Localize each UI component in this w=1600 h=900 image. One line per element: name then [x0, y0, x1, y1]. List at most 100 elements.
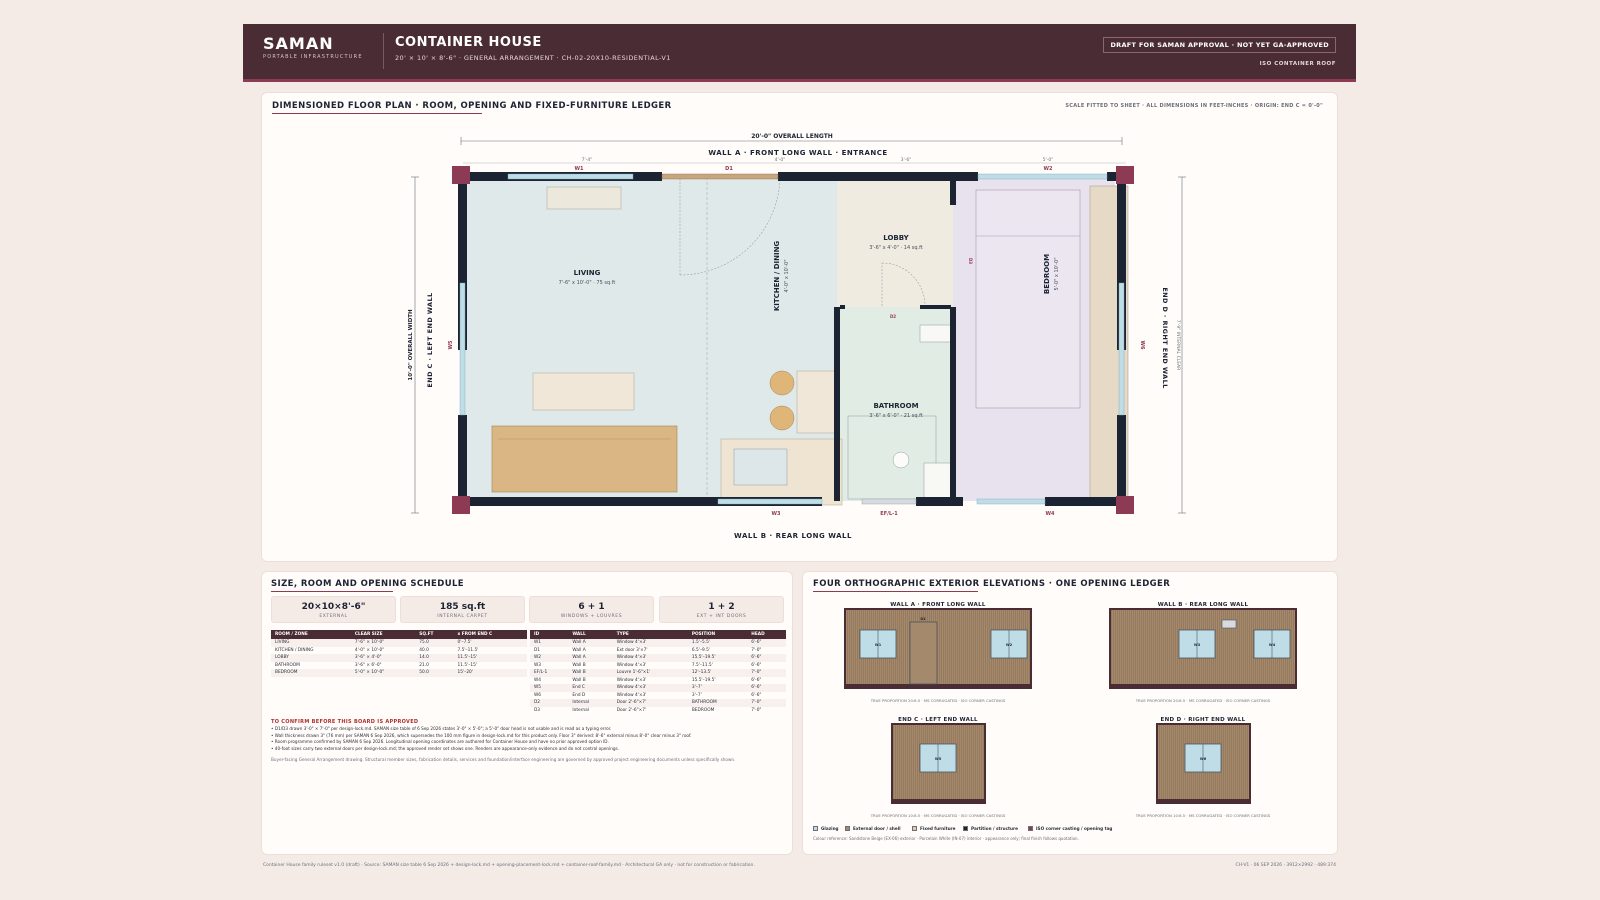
- elevation-a-caption: TRUE PROPORTION 20:8.5 · MS CORRUGATED ·…: [870, 698, 1006, 703]
- elevation-end-c: W5: [891, 723, 986, 804]
- legend-shell: External door / shell: [845, 826, 901, 831]
- internal-clear-dim: 7'-9" INTERNAL CLEAR: [1175, 320, 1181, 371]
- segment-dim-4: 5'-0": [1043, 157, 1054, 163]
- table-cell: Window 4'×3': [612, 654, 688, 662]
- table-row: EF/L-1 Wall B Louvre 1'-6"×1' 12'–13.5' 7'-0…: [530, 669, 786, 677]
- elev-tag-d1: D1: [920, 617, 926, 621]
- elevation-d-caption: TRUE PROPORTION 10:8.5 · MS CORRUGATED ·…: [1135, 813, 1271, 818]
- window-w2: [977, 173, 1108, 180]
- segment-dim-3: 3'-6": [901, 157, 912, 163]
- table-row: KITCHEN / DINING 4'-0" × 10'-0" 40.0 7.5'–1…: [271, 647, 527, 655]
- legend-label: Glazing: [821, 826, 839, 831]
- table-cell: 3'–7': [691, 692, 702, 698]
- table-header-row: ID WALL TYPE POSITION HEAD: [530, 630, 786, 639]
- table-cell: 15.5'–19.5': [691, 677, 716, 683]
- elevation-end-d: W6: [1156, 723, 1251, 804]
- table-cell: 11.5'–15': [453, 654, 527, 662]
- elevations-panel: FOUR ORTHOGRAPHIC EXTERIOR ELEVATIONS · …: [802, 571, 1338, 855]
- table-cell: Window 4'×3': [612, 639, 688, 647]
- elevation-b-caption: TRUE PROPORTION 20:8.5 · MS CORRUGATED ·…: [1135, 698, 1271, 703]
- overall-length-dim: 20'-0" OVERALL LENGTH: [751, 133, 833, 140]
- room-bedroom-size: 5'-0" x 10'-0": [1054, 257, 1060, 290]
- metric-value: 1 + 2: [708, 602, 735, 612]
- elev-tag-w4: W4: [1269, 643, 1276, 647]
- table-row: D2 Internal Door 2'-6"×7' BATHROOM 7'-0": [530, 699, 786, 707]
- schedule-title: SIZE, ROOM AND OPENING SCHEDULE: [271, 579, 465, 589]
- table-cell: 7'-0": [747, 699, 786, 707]
- tag-w5: W5: [448, 340, 454, 350]
- table-cell: D2: [530, 699, 569, 707]
- table-cell: 6'-6": [747, 684, 786, 692]
- bed: [975, 189, 1081, 409]
- table-cell: 15'–20': [453, 669, 527, 677]
- window-w5: [459, 282, 466, 416]
- metric-label: WINDOWS + LOUVRES: [560, 614, 623, 619]
- tag-w3: W3: [772, 511, 782, 517]
- colour-reference-note: Colour reference: Sandstone Beige (EX-06…: [813, 836, 1079, 841]
- legend-label: ISO corner casting / opening tag: [1036, 826, 1113, 831]
- coffee-table: [532, 372, 635, 411]
- footer-source-note: Container House family ruleset v1.0 (dra…: [263, 863, 755, 868]
- table-cell: 7'-6" × 10'-0": [350, 639, 416, 647]
- table-cell: 7.5'–11.5': [691, 662, 713, 668]
- table-row: D3 Internal Door 2'-6"×7' BEDROOM 7'-0": [530, 707, 786, 715]
- elev-tag-w2: W2: [1006, 643, 1013, 647]
- table-cell: LIVING: [271, 639, 351, 647]
- table-cell: Door 2'-6"×7': [616, 707, 647, 713]
- confirm-item: • Wall thickness drawn 3" (76 mm) per SA…: [271, 732, 692, 738]
- window-w1: [507, 173, 634, 180]
- table-cell: 7'-0": [747, 669, 786, 677]
- table-cell: D3: [534, 707, 541, 713]
- table-cell: Wall B: [568, 669, 613, 677]
- table-cell: Wall A: [568, 639, 613, 647]
- table-cell: LOBBY: [271, 654, 351, 662]
- column-header: ROOM / ZONE: [271, 630, 351, 639]
- table-cell: 1.5'–5.5': [687, 639, 748, 647]
- dining-table: [796, 370, 838, 434]
- wall-a-label: WALL A · FRONT LONG WALL · ENTRANCE: [708, 149, 887, 157]
- metric-value: 6 + 1: [578, 602, 605, 612]
- elev-tag-w1: W1: [875, 643, 882, 647]
- column-header: WALL: [568, 630, 613, 639]
- elev-tag-w6: W6: [1200, 757, 1207, 761]
- window-w4: [976, 498, 1046, 505]
- table-cell: 5'-0" × 10'-0": [350, 669, 416, 677]
- column-header: ID: [530, 630, 569, 639]
- iso-corner-casting: [452, 496, 470, 514]
- legend-furniture: Fixed furniture: [912, 826, 955, 831]
- footer-sheet-ref: CH-V1 · 06 SEP 2026 · 3912×2992 · 489:37…: [1235, 863, 1336, 868]
- tag-w6: W6: [1139, 341, 1145, 351]
- metric-carpet: 185 sq.ft INTERNAL CARPET: [400, 596, 525, 623]
- wc: [892, 451, 910, 469]
- table-row: LOBBY 3'-6" × 4'-0" 14.0 11.5'–15': [271, 654, 527, 662]
- header-banner: SAMAN PORTABLE INFRASTRUCTURE CONTAINER …: [243, 24, 1356, 82]
- room-lobby-name: LOBBY: [883, 234, 909, 242]
- furniture-swatch: [912, 826, 917, 831]
- structure-swatch: [963, 826, 968, 831]
- room-bathroom-name: BATHROOM: [873, 402, 918, 410]
- living-console: [546, 186, 622, 210]
- confirm-item: • 40-foot sizes carry two external doors…: [271, 745, 620, 751]
- table-cell: 3'–7': [687, 684, 748, 692]
- confirm-item: • Room programme confirmed by SAMAN 6 Se…: [271, 739, 609, 745]
- legend-label: External door / shell: [853, 826, 901, 831]
- metric-label: EXTERNAL: [319, 614, 348, 619]
- brand-tagline: PORTABLE INFRASTRUCTURE: [263, 54, 363, 60]
- window-w3: [717, 498, 823, 505]
- table-row: BEDROOM 5'-0" × 10'-0" 50.0 15'–20': [271, 669, 527, 677]
- table-cell: 21.0: [419, 662, 429, 668]
- table-cell: BEDROOM: [271, 669, 351, 677]
- corner-casting-swatch: [1028, 826, 1033, 831]
- table-cell: End D: [572, 692, 586, 698]
- table-row: W4 Wall B Window 4'×3' 15.5'–19.5' 6'-6": [530, 677, 786, 685]
- table-cell: Louvre 1'-6"×1': [612, 669, 688, 677]
- window-w6: [1118, 282, 1125, 416]
- table-cell: 7.5'–11.5': [457, 647, 479, 653]
- room-kitchen-name: KITCHEN / DINING: [773, 241, 781, 312]
- banner-divider: [383, 33, 384, 69]
- room-kitchen-size: 4'-0" x 10'-0": [784, 259, 790, 292]
- tag-w1: W1: [575, 166, 585, 172]
- opening-schedule-table: ID WALL TYPE POSITION HEAD W1 Wall A Windo…: [530, 630, 786, 714]
- tag-d2: D2: [890, 314, 896, 319]
- column-header: POSITION: [687, 630, 748, 639]
